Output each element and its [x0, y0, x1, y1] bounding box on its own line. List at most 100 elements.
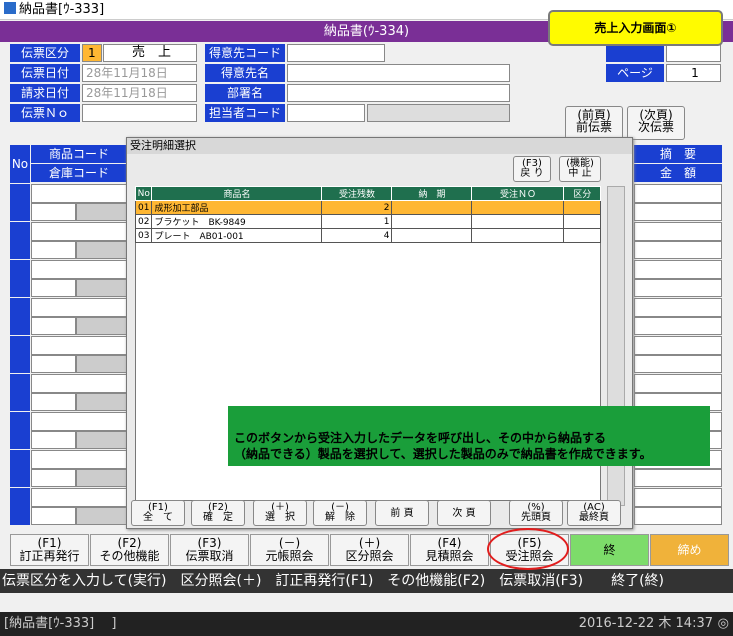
grid-row-soko-cell: [31, 355, 76, 373]
denpyo-date-label: 伝票日付: [10, 64, 80, 82]
denpyo-kubun-code-field[interactable]: 1: [82, 44, 102, 62]
cell-noki: [391, 228, 473, 243]
fkey-label: 終: [603, 543, 616, 557]
dialog-button-2[interactable]: (＋) 選 択: [253, 500, 307, 526]
dialog-button-label: 次 頁: [452, 508, 476, 519]
grid-row-soko2-cell: [76, 393, 127, 411]
fkey-label: 締め: [677, 543, 702, 557]
dialog-button-5[interactable]: 次 頁: [437, 500, 491, 526]
grid-row-no-cell: [10, 374, 30, 411]
table-row[interactable]: 02 ブラケット BK-9849 1: [134, 214, 601, 229]
dialog-button-6[interactable]: (%) 先頭頁: [509, 500, 563, 526]
fkey-button-5[interactable]: (F4) 見積照会: [410, 534, 489, 566]
grid-row-soko2-cell: [76, 507, 127, 525]
grid-row-tekiyo-cell: [634, 488, 722, 507]
grid-row-kingaku-cell: [634, 507, 722, 525]
denpyo-no-field[interactable]: [82, 104, 197, 122]
busho-field[interactable]: [287, 84, 510, 102]
fkey-button-8[interactable]: 締め: [650, 534, 729, 566]
cell-name: ブラケット BK-9849: [151, 214, 323, 229]
grid-row-kingaku-cell: [634, 203, 722, 221]
col-juchu-zan: 受注残数: [321, 186, 393, 201]
grid-tekiyo-header: 摘 要: [634, 145, 722, 163]
prev-denpyo-button[interactable]: (前頁) 前伝票: [565, 106, 623, 140]
grid-row-soko-cell: [31, 431, 76, 449]
tanto-label: 担当者コード: [205, 104, 285, 122]
datetime: 2016-12-22 木 14:37: [578, 616, 713, 631]
cell-kubun: [563, 200, 601, 215]
cell-qty: 4: [321, 228, 393, 243]
tokuisaki-code-field[interactable]: [287, 44, 385, 62]
grid-row-soko2-cell: [76, 431, 127, 449]
grid-no-header: No: [10, 145, 30, 183]
grid-row-tekiyo-cell: [634, 222, 722, 241]
fkey-button-0[interactable]: (F1) 訂正再発行: [10, 534, 89, 566]
tanto-code-field[interactable]: [287, 104, 365, 122]
next-denpyo-button[interactable]: (次頁) 次伝票: [627, 106, 685, 140]
dialog-back-button[interactable]: (F3) 戻 り: [513, 156, 551, 182]
window-title: 納品書[ｳ-333]: [19, 2, 105, 17]
tokuisaki-name-label: 得意先名: [205, 64, 285, 82]
dialog-button-0[interactable]: (F1) 全 て: [131, 500, 185, 526]
dialog-button-7[interactable]: (AC) 最終頁: [567, 500, 621, 526]
grid-row-code-cell: [31, 450, 127, 469]
grid-row-kingaku-cell: [634, 355, 722, 373]
highlight-circle: [487, 528, 569, 570]
dialog-button-3[interactable]: (－) 解 除: [313, 500, 367, 526]
fkey-button-3[interactable]: (－) 元帳照会: [250, 534, 329, 566]
grid-row-soko-cell: [31, 507, 76, 525]
dialog-button-label: 先頭頁: [521, 512, 551, 523]
grid-row-kingaku-cell: [634, 469, 722, 487]
grid-shohin-code-header: 商品コード: [31, 145, 127, 163]
grid-row-code-cell: [31, 488, 127, 507]
grid-row-no-cell: [10, 260, 30, 297]
cell-no: 03: [134, 228, 153, 243]
grid-row-soko2-cell: [76, 203, 127, 221]
fkey-button-4[interactable]: (＋) 区分照会: [330, 534, 409, 566]
fkey-button-7[interactable]: 終: [570, 534, 649, 566]
grid-row-code-cell: [31, 336, 127, 355]
seikyu-date-field[interactable]: 28年11月18日: [82, 84, 197, 102]
fkey-button-2[interactable]: (F3) 伝票取消: [170, 534, 249, 566]
screen-title: 納品書(ｳ-334): [323, 24, 410, 39]
denpyo-no-label: 伝票Ｎｏ: [10, 104, 80, 122]
cell-no: 02: [134, 214, 153, 229]
cell-qty: 1: [321, 214, 393, 229]
denpyo-kubun-label: 伝票区分: [10, 44, 80, 62]
explanation-note: このボタンから受注入力したデータを呼び出し、その中から納品する （納品できる）製…: [228, 406, 710, 466]
app-icon: [4, 2, 16, 14]
dialog-button-4[interactable]: 前 頁: [375, 500, 429, 526]
grid-row-tekiyo-cell: [634, 374, 722, 393]
dialog-button-label: 確 定: [203, 512, 233, 523]
col-shohin-name: 商品名: [151, 186, 323, 201]
grid-row-soko-cell: [31, 469, 76, 487]
dialog-caption: 受注明細選択: [127, 138, 632, 154]
dialog-back-label: 戻 り: [520, 168, 544, 179]
guide-status-bar: 伝票区分を入力して(実行) 区分照会(＋) 訂正再発行(F1) その他機能(F2…: [0, 569, 733, 593]
grid-row-no-cell: [10, 336, 30, 373]
tokuisaki-name-field[interactable]: [287, 64, 510, 82]
table-row[interactable]: 03 プレート AB01-001 4: [134, 228, 601, 243]
denpyo-date-field[interactable]: 28年11月18日: [82, 64, 197, 82]
col-juchu-no: 受注ＮＯ: [471, 186, 565, 201]
prev-label: 前伝票: [575, 120, 612, 134]
grid-kingaku-header: 金 額: [634, 164, 722, 182]
dialog-button-label: 選 択: [265, 512, 295, 523]
fkey-button-1[interactable]: (F2) その他機能: [90, 534, 169, 566]
cell-name: プレート AB01-001: [151, 228, 323, 243]
cell-qty: 2: [321, 200, 393, 215]
grid-row-code-cell: [31, 412, 127, 431]
cell-name: 成形加工部品: [151, 200, 323, 215]
dialog-button-1[interactable]: (F2) 確 定: [191, 500, 245, 526]
dialog-cancel-label: 中 止: [568, 168, 592, 179]
page-field: 1: [666, 64, 721, 82]
grid-row-no-cell: [10, 184, 30, 221]
cell-juchu-no: [471, 228, 565, 243]
grid-row-soko-cell: [31, 317, 76, 335]
grid-row-tekiyo-cell: [634, 260, 722, 279]
table-row[interactable]: 01 成形加工部品 2: [134, 200, 601, 215]
dialog-cancel-button[interactable]: (機能) 中 止: [559, 156, 601, 182]
cell-noki: [391, 214, 473, 229]
kubun-field[interactable]: [666, 44, 721, 62]
busho-label: 部署名: [205, 84, 285, 102]
